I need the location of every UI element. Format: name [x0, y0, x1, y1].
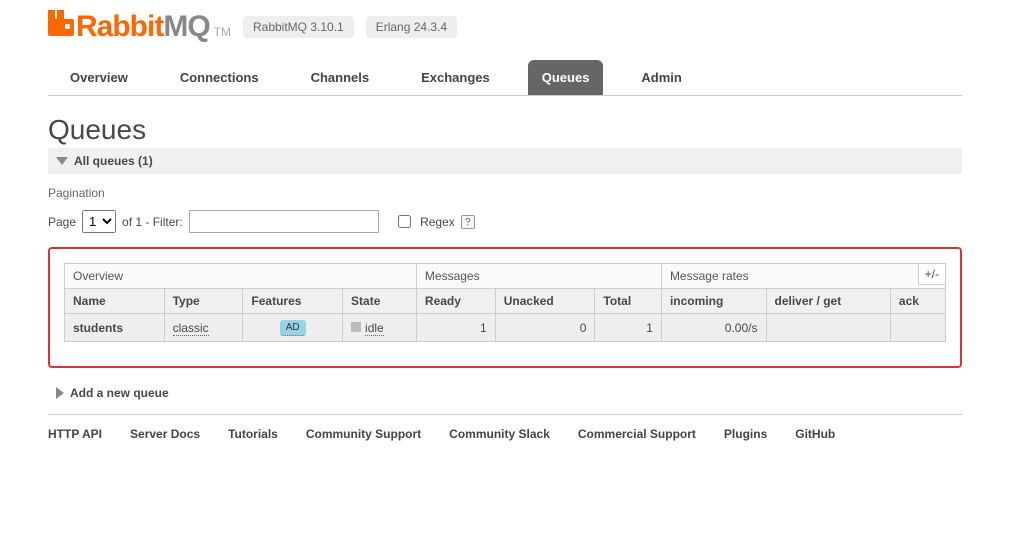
page-title: Queues	[48, 114, 962, 146]
col-deliver-get[interactable]: deliver / get	[766, 289, 890, 314]
pagination-block: Pagination Page 1 of 1 - Filter: Regex ?	[48, 186, 962, 233]
logo-tm: TM	[214, 25, 231, 39]
chevron-right-icon	[56, 387, 64, 399]
col-ack[interactable]: ack	[890, 289, 945, 314]
tab-exchanges[interactable]: Exchanges	[407, 60, 504, 95]
group-header-messages: Messages	[416, 264, 661, 289]
footer-community-slack[interactable]: Community Slack	[449, 427, 550, 441]
tab-admin[interactable]: Admin	[627, 60, 695, 95]
footer-tutorials[interactable]: Tutorials	[228, 427, 278, 441]
add-queue-section[interactable]: Add a new queue	[48, 386, 962, 400]
logo-icon	[48, 10, 74, 44]
pagination-section-label: Pagination	[48, 186, 962, 200]
footer-http-api[interactable]: HTTP API	[48, 427, 102, 441]
tab-channels[interactable]: Channels	[297, 60, 384, 95]
footer-server-docs[interactable]: Server Docs	[130, 427, 200, 441]
table-row: students classic AD idle 1 0 1 0.00/s	[65, 314, 946, 342]
header: Rabbit MQ TM RabbitMQ 3.10.1 Erlang 24.3…	[48, 10, 962, 44]
queue-type: classic	[173, 321, 209, 336]
queue-name-link[interactable]: students	[73, 321, 123, 335]
feature-tag: AD	[280, 320, 306, 336]
col-state[interactable]: State	[343, 289, 417, 314]
logo-text-mq: MQ	[163, 10, 209, 44]
queues-table-highlight: +/- Overview Messages Message rates Name…	[48, 247, 962, 368]
page-select[interactable]: 1	[82, 210, 116, 233]
col-incoming[interactable]: incoming	[661, 289, 766, 314]
col-type[interactable]: Type	[164, 289, 243, 314]
regex-label: Regex	[420, 215, 455, 229]
queue-state: idle	[365, 321, 384, 336]
nav-tabs: Overview Connections Channels Exchanges …	[48, 60, 962, 96]
of-text: of 1 - Filter:	[122, 215, 183, 229]
all-queues-label: All queues	[74, 154, 135, 168]
col-name[interactable]: Name	[65, 289, 165, 314]
filter-input[interactable]	[189, 210, 379, 233]
logo[interactable]: Rabbit MQ TM	[48, 10, 231, 44]
tab-overview[interactable]: Overview	[56, 60, 142, 95]
col-total[interactable]: Total	[595, 289, 662, 314]
footer: HTTP API Server Docs Tutorials Community…	[48, 414, 962, 453]
footer-github[interactable]: GitHub	[795, 427, 835, 441]
col-unacked[interactable]: Unacked	[495, 289, 595, 314]
all-queues-count: (1)	[138, 154, 153, 168]
footer-community-support[interactable]: Community Support	[306, 427, 421, 441]
footer-plugins[interactable]: Plugins	[724, 427, 767, 441]
regex-help-icon[interactable]: ?	[461, 215, 475, 229]
version-badge-erlang: Erlang 24.3.4	[366, 16, 457, 38]
columns-toggle-button[interactable]: +/-	[918, 263, 946, 285]
tab-queues[interactable]: Queues	[528, 60, 604, 95]
regex-checkbox[interactable]	[398, 215, 411, 228]
unacked-value: 0	[495, 314, 595, 342]
footer-commercial-support[interactable]: Commercial Support	[578, 427, 696, 441]
group-header-rates: Message rates	[661, 264, 945, 289]
queues-table: Overview Messages Message rates Name Typ…	[64, 263, 946, 342]
state-dot-icon	[351, 322, 361, 332]
ack-value	[890, 314, 945, 342]
incoming-value: 0.00/s	[661, 314, 766, 342]
group-header-overview: Overview	[65, 264, 417, 289]
tab-connections[interactable]: Connections	[166, 60, 273, 95]
all-queues-section[interactable]: All queues (1)	[48, 148, 962, 174]
total-value: 1	[595, 314, 662, 342]
col-ready[interactable]: Ready	[416, 289, 495, 314]
page-label: Page	[48, 215, 76, 229]
col-features[interactable]: Features	[243, 289, 343, 314]
chevron-down-icon	[56, 157, 68, 165]
ready-value: 1	[416, 314, 495, 342]
logo-text-rabbit: Rabbit	[76, 10, 163, 44]
version-badge-rabbit: RabbitMQ 3.10.1	[243, 16, 354, 38]
deliver-get-value	[766, 314, 890, 342]
add-queue-label: Add a new queue	[70, 386, 169, 400]
